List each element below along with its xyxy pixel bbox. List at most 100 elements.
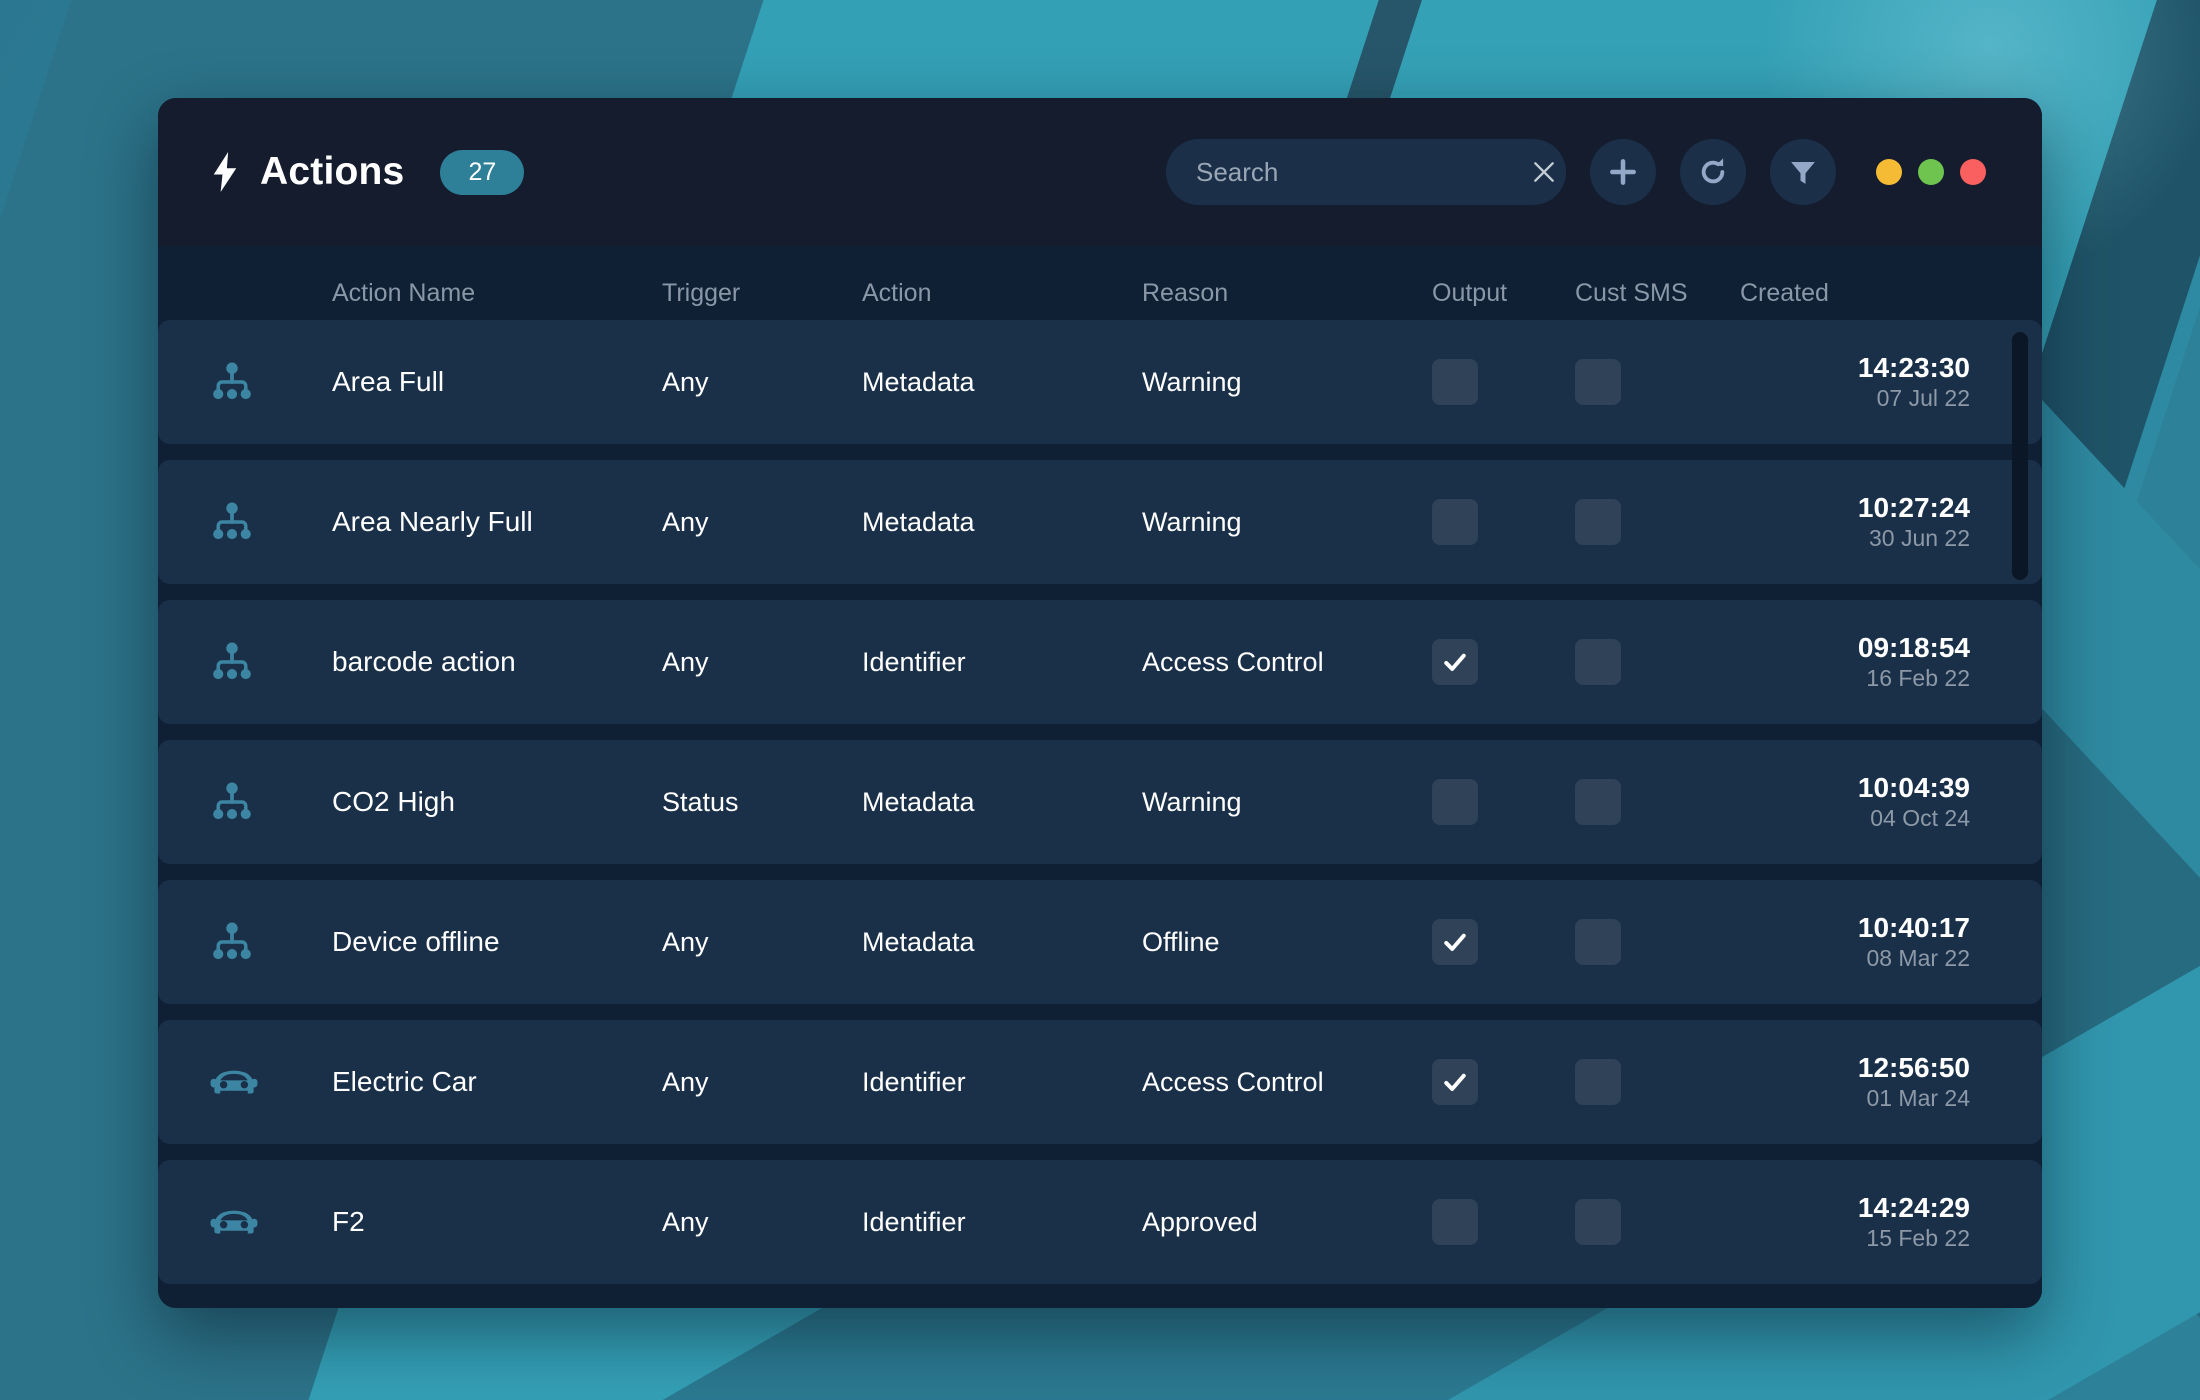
cell-cust-sms xyxy=(1575,779,1740,825)
cell-trigger: Any xyxy=(662,646,709,677)
table-row[interactable]: Device offline Any Metadata Offline 10:4… xyxy=(158,880,2042,1004)
cell-action: Identifier xyxy=(862,1066,966,1097)
cell-action-name: barcode action xyxy=(332,646,516,677)
created-date: 04 Oct 24 xyxy=(1870,804,1970,831)
cust-sms-checkbox[interactable] xyxy=(1575,359,1621,405)
cell-cust-sms xyxy=(1575,1199,1740,1245)
cell-action: Identifier xyxy=(862,1206,966,1237)
column-header-action-name: Action Name xyxy=(332,278,476,307)
table-body: Area Full Any Metadata Warning 14:23:30 … xyxy=(158,320,2042,1284)
cell-reason: Warning xyxy=(1142,366,1242,397)
cust-sms-checkbox[interactable] xyxy=(1575,1059,1621,1105)
hierarchy-icon xyxy=(210,920,332,964)
lightning-bolt-icon xyxy=(210,152,240,192)
cust-sms-checkbox[interactable] xyxy=(1575,779,1621,825)
titlebar-left-group: Actions 27 xyxy=(210,149,525,195)
search-input[interactable] xyxy=(1196,156,1531,188)
cell-reason: Access Control xyxy=(1142,646,1324,677)
refresh-button[interactable] xyxy=(1680,139,1746,205)
titlebar-right-group xyxy=(1166,139,1986,205)
output-checkbox[interactable] xyxy=(1432,779,1478,825)
cell-created: 10:27:24 30 Jun 22 xyxy=(1740,491,1972,553)
cell-trigger: Any xyxy=(662,1206,709,1237)
cell-cust-sms xyxy=(1575,1059,1740,1105)
column-header-created: Created xyxy=(1740,278,1829,307)
add-button[interactable] xyxy=(1590,139,1656,205)
created-time: 14:23:30 xyxy=(1857,351,1970,383)
output-checkbox[interactable] xyxy=(1432,359,1478,405)
minimize-dot[interactable] xyxy=(1876,159,1902,185)
car-icon xyxy=(210,1204,332,1240)
created-time: 10:40:17 xyxy=(1857,911,1970,943)
table-row[interactable]: F2 Any Identifier Approved 14:24:29 15 F… xyxy=(158,1160,2042,1284)
output-checkbox[interactable] xyxy=(1432,1199,1478,1245)
cell-trigger: Any xyxy=(662,366,709,397)
cell-action: Metadata xyxy=(862,506,975,537)
cell-created: 10:04:39 04 Oct 24 xyxy=(1740,771,1972,833)
cell-action-name: Area Nearly Full xyxy=(332,506,533,537)
cell-output xyxy=(1432,639,1575,685)
cell-created: 10:40:17 08 Mar 22 xyxy=(1740,911,1972,973)
output-checkbox[interactable] xyxy=(1432,639,1478,685)
cust-sms-checkbox[interactable] xyxy=(1575,639,1621,685)
cust-sms-checkbox[interactable] xyxy=(1575,1199,1621,1245)
cell-output xyxy=(1432,499,1575,545)
cust-sms-checkbox[interactable] xyxy=(1575,919,1621,965)
cell-trigger: Any xyxy=(662,1066,709,1097)
cell-output xyxy=(1432,359,1575,405)
table-row[interactable]: barcode action Any Identifier Access Con… xyxy=(158,600,2042,724)
cell-action: Metadata xyxy=(862,366,975,397)
cell-reason: Warning xyxy=(1142,506,1242,537)
created-date: 01 Mar 24 xyxy=(1866,1084,1970,1111)
search-box[interactable] xyxy=(1166,139,1566,205)
vertical-scrollbar[interactable] xyxy=(2012,246,2028,1308)
car-icon xyxy=(210,1064,332,1100)
cell-created: 14:23:30 07 Jul 22 xyxy=(1740,351,1972,413)
cell-action-name: F2 xyxy=(332,1206,365,1237)
cust-sms-checkbox[interactable] xyxy=(1575,499,1621,545)
refresh-icon xyxy=(1697,156,1729,188)
created-date: 07 Jul 22 xyxy=(1876,384,1970,411)
created-date: 08 Mar 22 xyxy=(1866,944,1970,971)
actions-table: Action Name Trigger Action Reason Output… xyxy=(158,246,2042,1308)
funnel-icon xyxy=(1788,157,1818,187)
cell-output xyxy=(1432,1059,1575,1105)
created-time: 10:27:24 xyxy=(1857,491,1970,523)
hierarchy-icon xyxy=(210,500,332,544)
output-checkbox[interactable] xyxy=(1432,919,1478,965)
created-date: 30 Jun 22 xyxy=(1868,524,1970,551)
cell-reason: Access Control xyxy=(1142,1066,1324,1097)
page-title: Actions xyxy=(260,150,405,193)
output-checkbox[interactable] xyxy=(1432,499,1478,545)
table-row[interactable]: CO2 High Status Metadata Warning 10:04:3… xyxy=(158,740,2042,864)
created-date: 15 Feb 22 xyxy=(1866,1224,1970,1251)
scrollbar-thumb[interactable] xyxy=(2012,332,2028,580)
cell-action-name: CO2 High xyxy=(332,786,455,817)
column-header-trigger: Trigger xyxy=(662,278,741,307)
maximize-dot[interactable] xyxy=(1918,159,1944,185)
output-checkbox[interactable] xyxy=(1432,1059,1478,1105)
filter-button[interactable] xyxy=(1770,139,1836,205)
plus-icon xyxy=(1607,156,1639,188)
created-time: 14:24:29 xyxy=(1857,1191,1970,1223)
cell-output xyxy=(1432,779,1575,825)
table-row[interactable]: Electric Car Any Identifier Access Contr… xyxy=(158,1020,2042,1144)
table-row[interactable]: Area Nearly Full Any Metadata Warning 10… xyxy=(158,460,2042,584)
created-time: 10:04:39 xyxy=(1857,771,1970,803)
table-header-row: Action Name Trigger Action Reason Output… xyxy=(158,246,2042,312)
cell-created: 09:18:54 16 Feb 22 xyxy=(1740,631,1972,693)
table-row[interactable]: Area Full Any Metadata Warning 14:23:30 … xyxy=(158,320,2042,444)
cell-action-name: Area Full xyxy=(332,366,445,397)
cell-output xyxy=(1432,1199,1575,1245)
column-header-output: Output xyxy=(1432,278,1508,307)
cell-cust-sms xyxy=(1575,639,1740,685)
created-time: 12:56:50 xyxy=(1857,1051,1970,1083)
cell-reason: Approved xyxy=(1142,1206,1258,1237)
hierarchy-icon xyxy=(210,780,332,824)
cell-action: Metadata xyxy=(862,786,975,817)
close-x-icon[interactable] xyxy=(1531,159,1557,185)
cell-action-name: Electric Car xyxy=(332,1066,477,1097)
hierarchy-icon xyxy=(210,360,332,404)
close-dot[interactable] xyxy=(1960,159,1986,185)
cell-action-name: Device offline xyxy=(332,926,500,957)
